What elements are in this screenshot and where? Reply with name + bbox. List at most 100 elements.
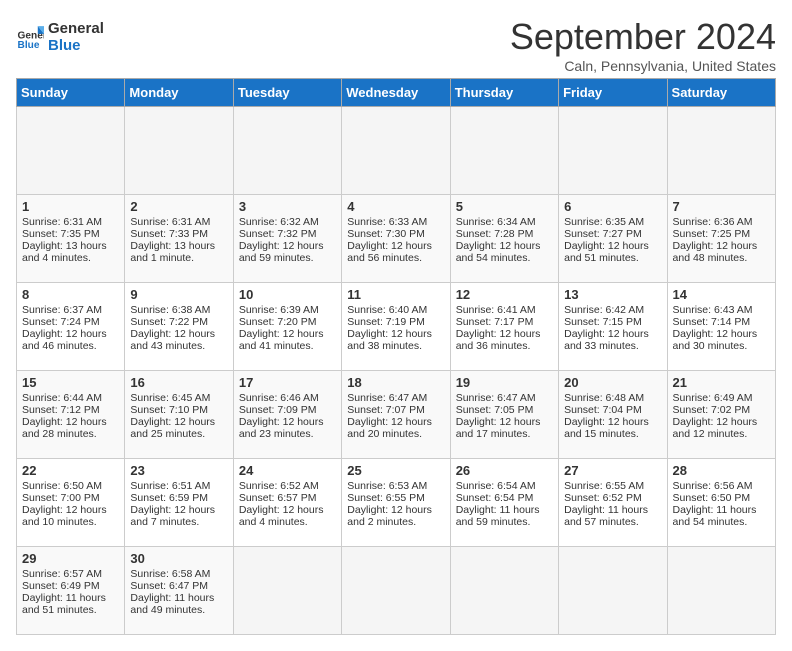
day-info: Sunset: 7:33 PM [130, 228, 227, 240]
day-info: Sunrise: 6:43 AM [673, 304, 770, 316]
day-info: Daylight: 13 hours and 1 minute. [130, 240, 227, 264]
calendar-cell [342, 107, 450, 195]
day-info: Daylight: 12 hours and 20 minutes. [347, 416, 444, 440]
day-info: Daylight: 12 hours and 33 minutes. [564, 328, 661, 352]
day-number: 30 [130, 551, 227, 566]
day-info: Daylight: 12 hours and 30 minutes. [673, 328, 770, 352]
calendar-cell: 21Sunrise: 6:49 AMSunset: 7:02 PMDayligh… [667, 371, 775, 459]
day-info: Sunset: 6:52 PM [564, 492, 661, 504]
day-info: Sunset: 7:17 PM [456, 316, 553, 328]
day-number: 4 [347, 199, 444, 214]
day-info: Sunrise: 6:53 AM [347, 480, 444, 492]
day-info: Sunset: 6:47 PM [130, 580, 227, 592]
day-info: Sunset: 7:09 PM [239, 404, 336, 416]
day-info: Daylight: 12 hours and 12 minutes. [673, 416, 770, 440]
day-number: 26 [456, 463, 553, 478]
day-info: Sunset: 7:07 PM [347, 404, 444, 416]
calendar-cell: 8Sunrise: 6:37 AMSunset: 7:24 PMDaylight… [17, 283, 125, 371]
day-info: Sunrise: 6:57 AM [22, 568, 119, 580]
calendar-cell [17, 107, 125, 195]
calendar-cell [342, 547, 450, 635]
day-number: 19 [456, 375, 553, 390]
header-cell-tuesday: Tuesday [233, 79, 341, 107]
day-info: Sunrise: 6:52 AM [239, 480, 336, 492]
day-info: Daylight: 12 hours and 10 minutes. [22, 504, 119, 528]
day-info: Daylight: 11 hours and 57 minutes. [564, 504, 661, 528]
day-info: Daylight: 12 hours and 41 minutes. [239, 328, 336, 352]
logo-icon: General Blue [16, 23, 44, 51]
calendar-cell: 1Sunrise: 6:31 AMSunset: 7:35 PMDaylight… [17, 195, 125, 283]
day-info: Sunset: 7:04 PM [564, 404, 661, 416]
day-number: 11 [347, 287, 444, 302]
calendar-cell [233, 107, 341, 195]
day-info: Sunset: 6:57 PM [239, 492, 336, 504]
day-info: Sunset: 7:12 PM [22, 404, 119, 416]
day-number: 15 [22, 375, 119, 390]
day-info: Sunrise: 6:49 AM [673, 392, 770, 404]
day-number: 24 [239, 463, 336, 478]
day-number: 16 [130, 375, 227, 390]
day-info: Daylight: 13 hours and 4 minutes. [22, 240, 119, 264]
day-info: Sunrise: 6:47 AM [456, 392, 553, 404]
calendar-cell: 9Sunrise: 6:38 AMSunset: 7:22 PMDaylight… [125, 283, 233, 371]
day-info: Daylight: 11 hours and 51 minutes. [22, 592, 119, 616]
month-title: September 2024 [510, 16, 776, 58]
day-info: Sunset: 7:32 PM [239, 228, 336, 240]
day-info: Sunset: 6:50 PM [673, 492, 770, 504]
calendar-cell: 27Sunrise: 6:55 AMSunset: 6:52 PMDayligh… [559, 459, 667, 547]
calendar-cell: 15Sunrise: 6:44 AMSunset: 7:12 PMDayligh… [17, 371, 125, 459]
calendar-cell: 24Sunrise: 6:52 AMSunset: 6:57 PMDayligh… [233, 459, 341, 547]
calendar-cell [450, 107, 558, 195]
logo-line2: Blue [48, 37, 104, 54]
calendar-cell [559, 547, 667, 635]
calendar-cell: 17Sunrise: 6:46 AMSunset: 7:09 PMDayligh… [233, 371, 341, 459]
day-info: Sunrise: 6:48 AM [564, 392, 661, 404]
day-info: Sunset: 7:10 PM [130, 404, 227, 416]
calendar-cell [667, 547, 775, 635]
calendar-cell: 26Sunrise: 6:54 AMSunset: 6:54 PMDayligh… [450, 459, 558, 547]
header-cell-wednesday: Wednesday [342, 79, 450, 107]
day-number: 17 [239, 375, 336, 390]
calendar-week-0 [17, 107, 776, 195]
day-info: Sunset: 7:02 PM [673, 404, 770, 416]
day-info: Daylight: 12 hours and 43 minutes. [130, 328, 227, 352]
calendar-week-1: 1Sunrise: 6:31 AMSunset: 7:35 PMDaylight… [17, 195, 776, 283]
day-info: Sunrise: 6:31 AM [22, 216, 119, 228]
calendar-cell: 16Sunrise: 6:45 AMSunset: 7:10 PMDayligh… [125, 371, 233, 459]
calendar-cell: 7Sunrise: 6:36 AMSunset: 7:25 PMDaylight… [667, 195, 775, 283]
day-info: Daylight: 12 hours and 59 minutes. [239, 240, 336, 264]
header-cell-friday: Friday [559, 79, 667, 107]
header-cell-saturday: Saturday [667, 79, 775, 107]
day-info: Daylight: 11 hours and 59 minutes. [456, 504, 553, 528]
calendar-cell: 5Sunrise: 6:34 AMSunset: 7:28 PMDaylight… [450, 195, 558, 283]
day-info: Sunrise: 6:35 AM [564, 216, 661, 228]
day-info: Sunrise: 6:34 AM [456, 216, 553, 228]
day-info: Daylight: 12 hours and 46 minutes. [22, 328, 119, 352]
day-info: Daylight: 11 hours and 54 minutes. [673, 504, 770, 528]
calendar-cell: 20Sunrise: 6:48 AMSunset: 7:04 PMDayligh… [559, 371, 667, 459]
day-info: Sunrise: 6:41 AM [456, 304, 553, 316]
header-cell-thursday: Thursday [450, 79, 558, 107]
day-info: Sunrise: 6:45 AM [130, 392, 227, 404]
day-info: Sunset: 7:20 PM [239, 316, 336, 328]
day-number: 6 [564, 199, 661, 214]
calendar-table: SundayMondayTuesdayWednesdayThursdayFrid… [16, 78, 776, 635]
day-info: Sunset: 7:19 PM [347, 316, 444, 328]
day-info: Sunrise: 6:37 AM [22, 304, 119, 316]
day-info: Sunset: 7:35 PM [22, 228, 119, 240]
day-number: 29 [22, 551, 119, 566]
logo: General Blue General Blue [16, 20, 104, 54]
day-info: Daylight: 12 hours and 48 minutes. [673, 240, 770, 264]
day-info: Daylight: 12 hours and 23 minutes. [239, 416, 336, 440]
day-info: Sunrise: 6:36 AM [673, 216, 770, 228]
day-info: Sunrise: 6:42 AM [564, 304, 661, 316]
calendar-cell [559, 107, 667, 195]
calendar-cell: 19Sunrise: 6:47 AMSunset: 7:05 PMDayligh… [450, 371, 558, 459]
calendar-cell: 28Sunrise: 6:56 AMSunset: 6:50 PMDayligh… [667, 459, 775, 547]
calendar-body: 1Sunrise: 6:31 AMSunset: 7:35 PMDaylight… [17, 107, 776, 635]
day-info: Daylight: 12 hours and 28 minutes. [22, 416, 119, 440]
day-info: Sunset: 6:54 PM [456, 492, 553, 504]
day-info: Sunrise: 6:32 AM [239, 216, 336, 228]
day-info: Daylight: 12 hours and 51 minutes. [564, 240, 661, 264]
day-number: 25 [347, 463, 444, 478]
